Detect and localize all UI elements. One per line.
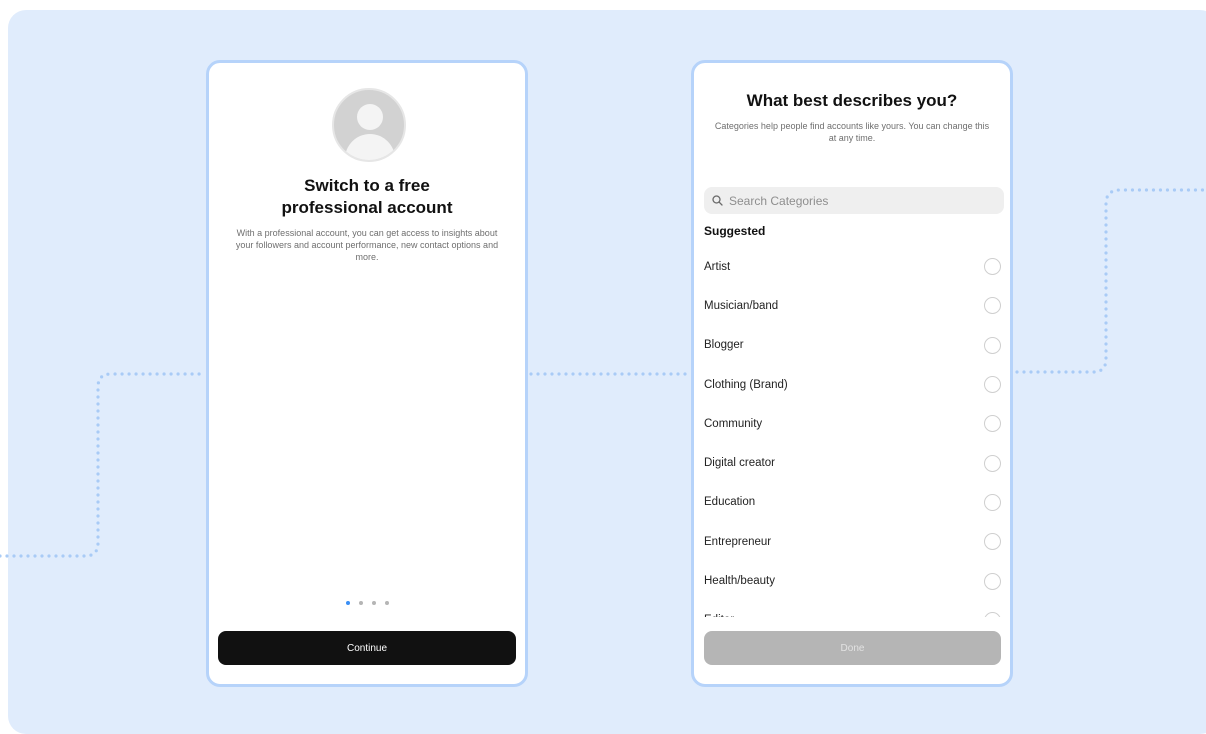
suggested-heading: Suggested [704,224,766,238]
screen-title: Switch to a free professional account [281,176,453,217]
screen-title: What best describes you? [746,91,958,110]
category-option[interactable]: Musician/band [694,286,1010,325]
category-option[interactable]: Education [694,483,1010,522]
category-option[interactable]: Entrepreneur [694,522,1010,561]
search-icon [712,195,723,206]
category-option[interactable]: Community [694,404,1010,443]
category-label: Musician/band [704,299,779,312]
radio-button[interactable] [984,415,1001,433]
professional-account-screen: Switch to a free professional account Wi… [206,60,528,687]
page-dot [371,601,376,605]
category-label: Digital creator [704,457,775,470]
category-label: Community [704,417,763,430]
page-dot [358,601,363,605]
category-label: Editor [704,614,734,617]
category-label: Health/beauty [704,575,775,588]
category-list: Artist Musician/band Blogger Clothing (Bran… [694,247,1010,617]
category-label: Blogger [704,339,744,352]
radio-button[interactable] [984,533,1001,551]
radio-button[interactable] [984,376,1001,394]
search-placeholder: Search Categories [729,193,829,208]
category-label: Clothing (Brand) [704,378,788,391]
page-indicator [209,601,525,605]
category-label: Artist [704,260,731,273]
category-option[interactable]: Editor [694,601,1010,617]
category-option[interactable]: Clothing (Brand) [694,365,1010,404]
radio-button[interactable] [984,493,1001,511]
screen-description: Categories help people find accounts lik… [714,121,990,143]
category-option[interactable]: Blogger [694,326,1010,365]
continue-button[interactable]: Continue [218,631,516,665]
radio-button[interactable] [984,297,1001,315]
avatar-placeholder-icon [332,88,406,162]
page-dot [384,601,389,605]
category-label: Education [704,496,756,509]
radio-button[interactable] [984,258,1001,276]
search-categories-input[interactable]: Search Categories [704,187,1004,214]
radio-button[interactable] [984,336,1001,354]
radio-button[interactable] [984,454,1001,472]
page-dot-active [345,601,350,605]
category-option[interactable]: Artist [694,247,1010,286]
category-option[interactable]: Digital creator [694,443,1010,482]
category-label: Entrepreneur [704,535,772,548]
category-option[interactable]: Health/beauty [694,561,1010,600]
radio-button[interactable] [984,572,1001,590]
screen-description: With a professional account, you can get… [235,228,499,262]
background-canvas [8,10,1206,734]
radio-button[interactable] [984,611,1001,617]
category-selection-screen: What best describes you? Categories help… [691,60,1013,687]
done-button[interactable]: Done [704,631,1001,665]
